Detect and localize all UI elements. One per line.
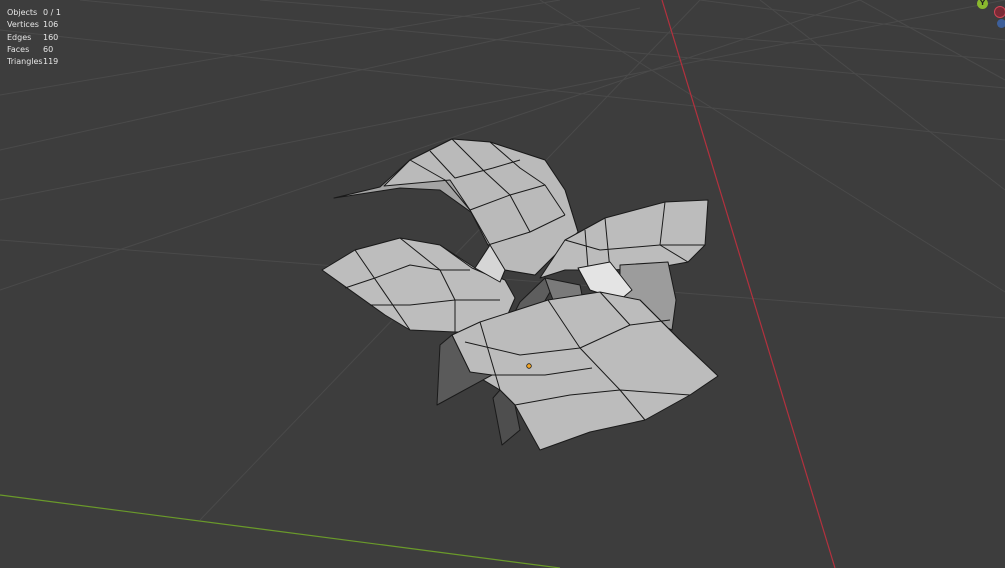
stat-triangles-label: Triangles [7,57,43,67]
mesh-object[interactable] [321,138,719,451]
gizmo-y-axis-button[interactable]: Y [977,0,988,9]
stat-vertices: Vertices 106 [7,19,61,31]
3d-viewport[interactable]: Objects 0 / 1 Vertices 106 Edges 160 Fac… [0,0,1005,568]
gizmo-y-label: Y [979,0,986,7]
object-origin-point [526,363,532,369]
stat-triangles-value: 119 [43,57,59,67]
stat-edges-label: Edges [7,32,32,42]
viewport-scene[interactable] [0,0,1005,568]
x-axis-line [661,0,836,568]
stat-vertices-value: 106 [43,20,59,30]
viewport-statistics-overlay: Objects 0 / 1 Vertices 106 Edges 160 Fac… [7,7,61,68]
stat-faces: Faces 60 [7,44,61,56]
stat-faces-value: 60 [43,44,54,54]
stat-faces-label: Faces [7,44,30,54]
gizmo-neg-z-axis-button[interactable] [997,19,1005,28]
gizmo-neg-x-axis-button[interactable] [994,6,1005,18]
stat-objects: Objects 0 / 1 [7,7,61,19]
stat-triangles: Triangles 119 [7,56,61,68]
stat-objects-value: 0 / 1 [43,8,61,17]
y-axis-line [0,494,561,568]
navigation-gizmo[interactable]: Y [975,0,1005,32]
stat-edges-value: 160 [43,32,59,42]
stat-objects-label: Objects [7,8,38,17]
stat-vertices-label: Vertices [7,20,39,30]
stat-edges: Edges 160 [7,32,61,44]
